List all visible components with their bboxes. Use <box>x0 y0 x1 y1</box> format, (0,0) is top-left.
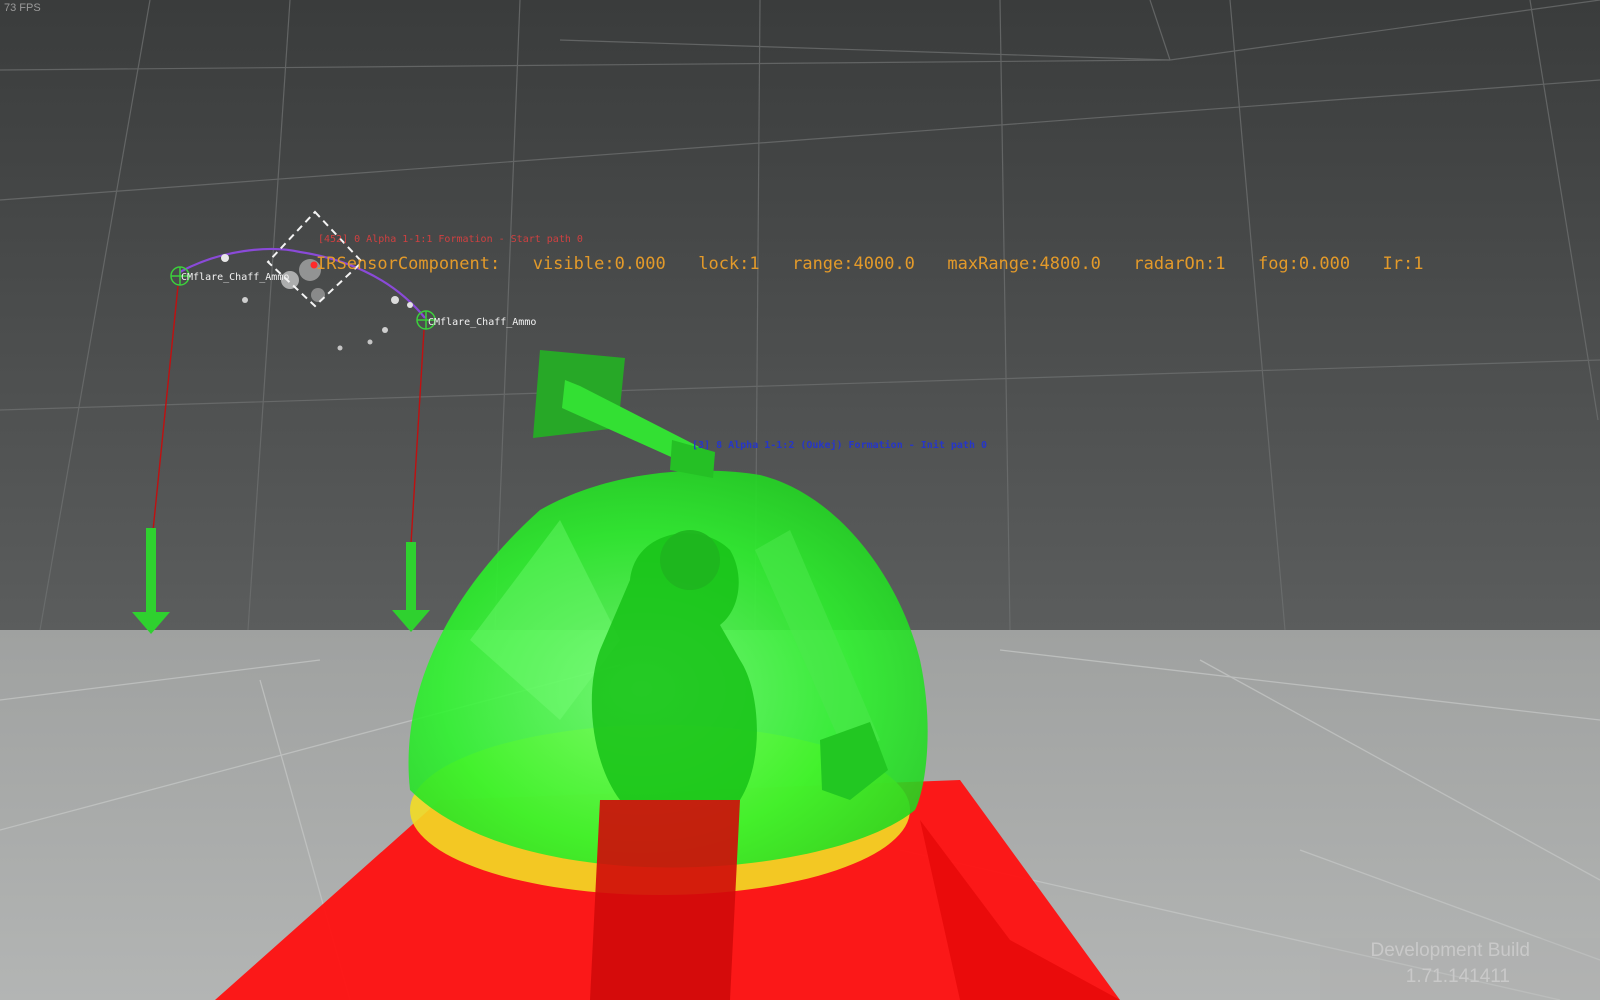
entity-label-flare-2: CMflare_Chaff_Ammo <box>428 317 537 328</box>
debug-formation-init-text: [3] 8 Alpha 1-1:2 (Oukej) Formation - In… <box>692 440 988 451</box>
build-title: Development Build <box>1370 940 1530 961</box>
game-viewport[interactable]: 73 FPS [452] 0 Alpha 1-1:1 Formation - S… <box>0 0 1600 1000</box>
fps-counter: 73 FPS <box>4 2 41 14</box>
scene-3d <box>0 0 1600 1000</box>
entity-label-flare-1: CMflare_Chaff_Ammo <box>181 272 290 283</box>
debug-formation-start-text: [452] 0 Alpha 1-1:1 Formation - Start pa… <box>318 234 583 245</box>
build-version: 1.71.141411 <box>1405 966 1510 987</box>
debug-ir-sensor-text: IRSensorComponent: visible:0.000 lock:1 … <box>316 254 1424 274</box>
